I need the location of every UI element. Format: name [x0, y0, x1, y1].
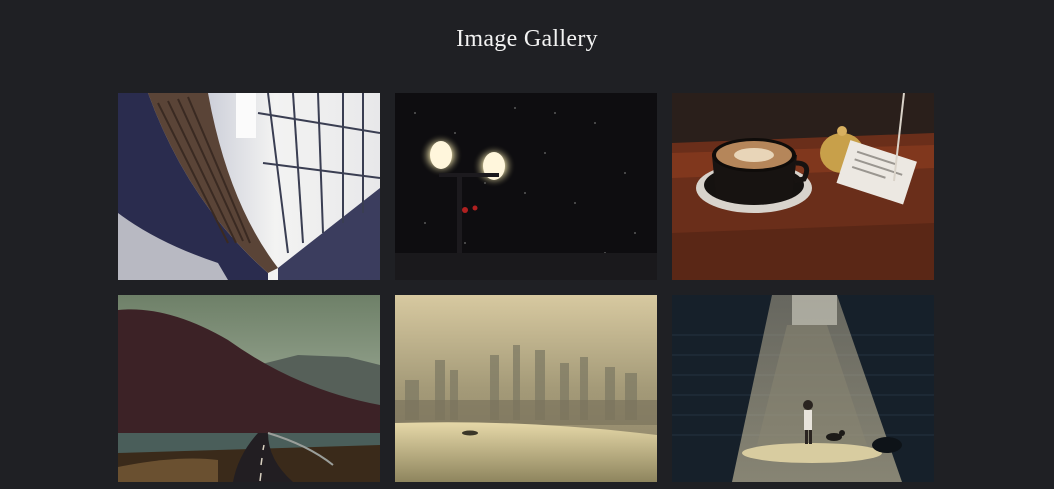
gallery-image-coffee[interactable] [672, 93, 934, 280]
image-grid [118, 93, 936, 482]
city-photo [395, 295, 657, 482]
gallery-page: Image Gallery [0, 0, 1054, 489]
gallery-image-street-lamp[interactable] [395, 93, 657, 280]
gallery-image-child-in-light[interactable] [672, 295, 934, 482]
page-title: Image Gallery [456, 26, 598, 52]
coffee-photo [672, 93, 934, 280]
gallery-image-mountain-road[interactable] [118, 295, 380, 482]
library-photo [118, 93, 380, 280]
mountain-photo [118, 295, 380, 482]
light-photo [672, 295, 934, 482]
gallery-image-library[interactable] [118, 93, 380, 280]
lamp-photo [395, 93, 657, 280]
gallery-image-foggy-city[interactable] [395, 295, 657, 482]
